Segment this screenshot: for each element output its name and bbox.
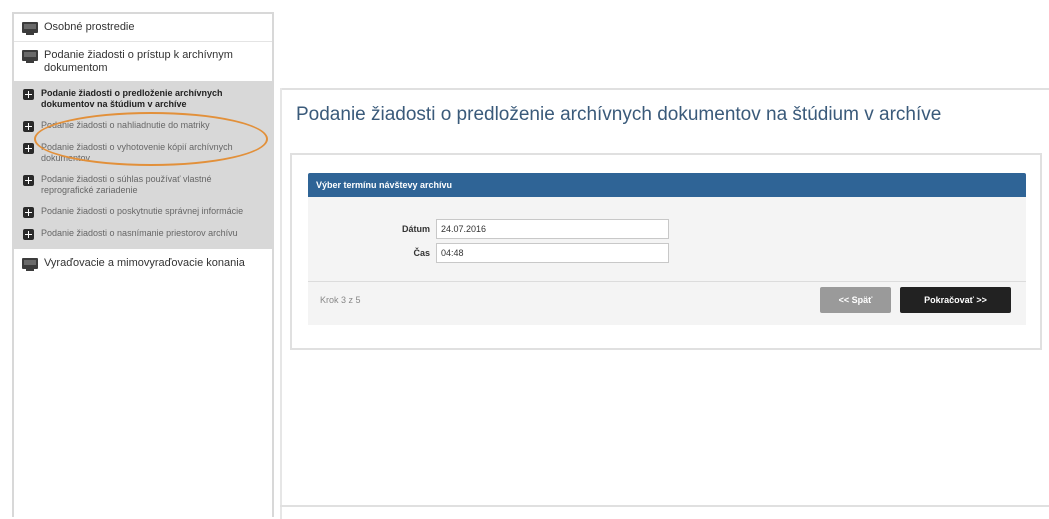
date-input[interactable]: 24.07.2016 [436,219,669,239]
divider [308,281,1026,282]
sidebar-item-osobne-prostredie[interactable]: Osobné prostredie [14,14,272,42]
expand-plus-icon[interactable] [23,89,34,100]
sidebar-subitem-label: Podanie žiadosti o poskytnutie správnej … [41,206,244,216]
sidebar-subitem-label: Podanie žiadosti o súhlas používať vlast… [41,174,212,195]
back-button[interactable]: << Späť [820,287,891,313]
monitor-icon [22,50,38,63]
monitor-icon [22,258,38,271]
sidebar-subitem-label: Podanie žiadosti o predloženie archívnyc… [41,88,223,109]
sidebar-subitem-reprograficke[interactable]: Podanie žiadosti o súhlas používať vlast… [14,169,272,201]
expand-plus-icon[interactable] [23,207,34,218]
step-indicator: Krok 3 z 5 [320,295,361,305]
continue-button[interactable]: Pokračovať >> [900,287,1011,313]
expand-plus-icon[interactable] [23,121,34,132]
sidebar-subitem-nasnimanie[interactable]: Podanie žiadosti o nasnímanie priestorov… [14,223,272,245]
sidebar-item-label: Vyraďovacie a mimovyraďovacie konania [44,257,245,269]
sidebar-item-pristup[interactable]: Podanie žiadosti o prístup k archívnym d… [14,42,272,81]
sidebar-subitem-label: Podanie žiadosti o nahliadnutie do matri… [41,120,210,130]
sidebar-subitem-kopie[interactable]: Podanie žiadosti o vyhotovenie kópií arc… [14,137,272,169]
sidebar-subgroup: Podanie žiadosti o predloženie archívnyc… [14,81,272,249]
sidebar-subitem-label: Podanie žiadosti o vyhotovenie kópií arc… [41,142,233,163]
monitor-icon [22,22,38,35]
expand-plus-icon[interactable] [23,175,34,186]
panel-header: Výber termínu návštevy archívu [308,173,1026,197]
time-label: Čas [413,248,430,258]
expand-plus-icon[interactable] [23,229,34,240]
expand-plus-icon[interactable] [23,143,34,154]
divider [280,505,1049,507]
divider [280,88,1049,90]
time-input[interactable]: 04:48 [436,243,669,263]
form-panel: Výber termínu návštevy archívu Dátum 24.… [290,153,1042,350]
date-row: Dátum 24.07.2016 [308,219,1026,239]
sidebar-subitem-matrika[interactable]: Podanie žiadosti o nahliadnutie do matri… [14,115,272,137]
page-title: Podanie žiadosti o predloženie archívnyc… [296,104,942,125]
sidebar-subitem-label: Podanie žiadosti o nasnímanie priestorov… [41,228,238,238]
sidebar-item-label: Osobné prostredie [44,21,135,33]
panel-body: Dátum 24.07.2016 Čas 04:48 Krok 3 z 5 <<… [308,197,1026,325]
sidebar-item-vyradovacie[interactable]: Vyraďovacie a mimovyraďovacie konania [14,249,272,277]
sidebar-item-label: Podanie žiadosti o prístup k archívnym d… [44,49,233,74]
divider [280,88,282,519]
sidebar: Osobné prostredie Podanie žiadosti o prí… [12,12,274,517]
date-label: Dátum [401,224,430,234]
sidebar-subitem-informacia[interactable]: Podanie žiadosti o poskytnutie správnej … [14,201,272,223]
main-content: Podanie žiadosti o predloženie archívnyc… [280,0,1049,519]
sidebar-subitem-predlozenie[interactable]: Podanie žiadosti o predloženie archívnyc… [14,83,272,115]
time-row: Čas 04:48 [308,243,1026,263]
